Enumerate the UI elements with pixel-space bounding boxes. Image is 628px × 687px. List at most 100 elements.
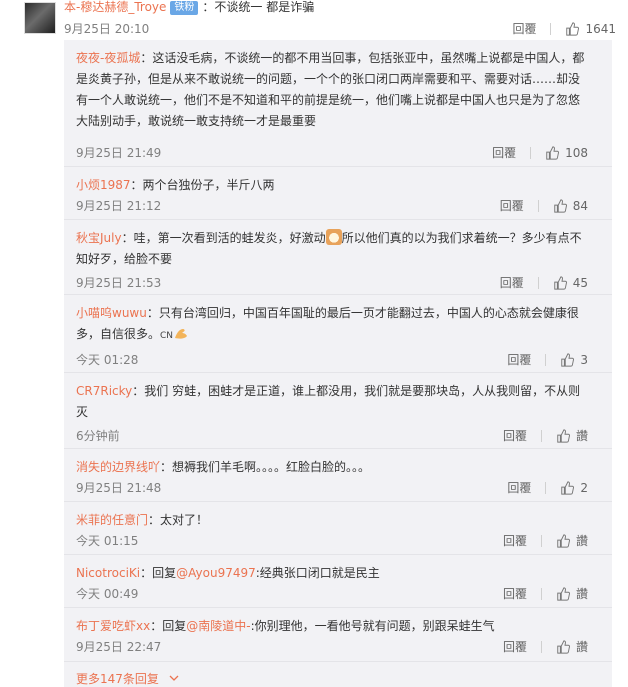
reply-time: 9月25日 21:49: [76, 146, 162, 160]
reply-author[interactable]: 消失的边界线吖: [76, 460, 160, 474]
divider: [540, 640, 542, 653]
list-item: 布丁爱吃虾xx：回复@南陵道中-:你别理他，一看他号就有问题，别跟呆蛙生气 9月…: [64, 608, 612, 662]
like-count: 讚: [575, 640, 588, 654]
reply-content: ：两个台独份子，半斤八两: [130, 178, 275, 192]
reply-content: ：只有台湾回归，中国百年国耻的最后一页才能翻过去，中国人的心态就会健康很多，自信…: [76, 306, 579, 341]
like-count: 1641: [585, 21, 616, 36]
cn-emoji-text: CN: [160, 331, 174, 341]
divider: [537, 276, 539, 289]
avatar[interactable]: [24, 2, 56, 34]
reply-time: 6分钟前: [76, 429, 120, 443]
like-count: 讚: [575, 587, 588, 601]
like-button[interactable]: 84: [553, 199, 588, 213]
like-count: 45: [572, 275, 588, 290]
divider: [550, 22, 552, 35]
reply-text: 小烦1987：两个台独份子，半斤八两: [76, 175, 588, 196]
list-item: 消失的边界线吖：想褥我们羊毛啊。。。。红脸白脸的。。。 9月25日 21:48 …: [64, 449, 612, 502]
flexed-arm-icon: [175, 329, 188, 339]
thumb-up-icon: [553, 198, 567, 213]
reply-content: ：我们 穷蛙，困蛙才是正道，谁上都没用，我们就是要那块岛，人从我则留，不从则灭: [76, 384, 581, 419]
like-count: 讚: [575, 429, 588, 443]
like-button[interactable]: 讚: [556, 532, 588, 549]
reply-text: 秋宝July：哇，第一次看到活的蛙发炎，好激动 所以他们真的以为我们求着统一？多少…: [76, 228, 588, 270]
reply-actions: 回覆 45: [500, 274, 588, 291]
reply-author[interactable]: 秋宝July: [76, 231, 122, 245]
reply-time: 9月25日 21:53: [76, 276, 162, 290]
list-item: NicotrociKi：回复@Ayou97497:经典张口闭口就是民主 今天 0…: [64, 555, 612, 608]
reply-time: 9月25日 22:47: [76, 640, 162, 654]
reply-actions: 回覆 84: [500, 197, 588, 214]
reply-actions: 回覆 讚: [503, 638, 588, 655]
thumb-up-icon: [557, 428, 570, 443]
reply-text: CR7Ricky：我们 穷蛙，困蛙才是正道，谁上都没用，我们就是要那块岛，人从我…: [76, 381, 588, 423]
like-button[interactable]: 45: [553, 276, 588, 290]
reply-list: 夜夜-夜孤城：这话没毛病，不谈统一的都不用当回事，包括张亚中，虽然嘴上说都是中国…: [64, 40, 612, 687]
more-replies-link[interactable]: 更多147条回复: [76, 670, 179, 687]
like-button[interactable]: 1641: [565, 22, 616, 36]
like-button[interactable]: 讚: [556, 638, 588, 655]
reply-actions: 回覆 讚: [503, 532, 588, 549]
reply-button[interactable]: 回覆: [507, 479, 531, 496]
reply-content: ：哇，第一次看到活的蛙发炎，好激动: [121, 231, 326, 245]
reply-author[interactable]: CR7Ricky: [76, 384, 132, 398]
thumb-up-icon: [546, 145, 560, 160]
mention-link[interactable]: @南陵道中-: [186, 619, 250, 633]
like-button[interactable]: 108: [545, 146, 588, 160]
reply-actions: 回覆 讚: [503, 427, 588, 444]
like-button[interactable]: 讚: [556, 427, 588, 444]
like-button[interactable]: 2: [560, 481, 588, 495]
reply-actions: 回覆 2: [507, 479, 588, 496]
reply-text: NicotrociKi：回复@Ayou97497:经典张口闭口就是民主: [76, 563, 588, 584]
comment-author[interactable]: 本-穆达赫德_Troye: [64, 0, 166, 14]
reply-content: ：太对了！: [148, 513, 209, 527]
reply-button[interactable]: 回覆: [492, 144, 516, 161]
reply-button[interactable]: 回覆: [512, 20, 536, 37]
reply-actions: 回覆 讚: [503, 585, 588, 602]
cat-emoji-icon: [325, 229, 342, 245]
comment-actions: 回覆 1641: [512, 20, 616, 37]
thumb-up-icon: [566, 21, 580, 36]
reply-button[interactable]: 回覆: [503, 427, 527, 444]
divider: [545, 481, 547, 494]
reply-content: :经典张口闭口就是民主: [255, 566, 380, 580]
reply-author[interactable]: 小烦1987: [76, 178, 131, 192]
reply-time: 今天 01:28: [76, 353, 139, 367]
like-count: 84: [572, 198, 588, 213]
reply-author[interactable]: 米菲的任意门: [76, 513, 148, 527]
reply-content: ：回复: [140, 566, 177, 580]
reply-author[interactable]: 夜夜-夜孤城: [76, 51, 140, 65]
thumb-up-icon: [553, 275, 567, 290]
like-count: 3: [580, 352, 588, 367]
reply-button[interactable]: 回覆: [500, 274, 524, 291]
like-count: 2: [580, 480, 588, 495]
reply-content: ：想褥我们羊毛啊。。。。红脸白脸的。。。: [160, 460, 371, 474]
reply-author[interactable]: NicotrociKi: [76, 566, 140, 580]
list-item: 秋宝July：哇，第一次看到活的蛙发炎，好激动 所以他们真的以为我们求着统一？多少…: [64, 220, 612, 295]
divider: [540, 587, 542, 600]
divider: [537, 199, 539, 212]
thumb-up-icon: [561, 352, 575, 367]
more-replies-label: 更多147条回复: [76, 672, 159, 686]
like-button[interactable]: 讚: [556, 585, 588, 602]
reply-author[interactable]: 布丁爱吃虾xx: [76, 619, 150, 633]
reply-button[interactable]: 回覆: [503, 532, 527, 549]
reply-button[interactable]: 回覆: [500, 197, 524, 214]
top-comment: 本-穆达赫德_Troye 铁粉 ：不谈统一 都是诈骗 9月25日 20:10 回覆 …: [0, 0, 628, 40]
reply-time: 今天 01:15: [76, 534, 139, 548]
thumb-up-icon: [557, 586, 570, 601]
reply-time: 9月25日 21:48: [76, 481, 162, 495]
reply-button[interactable]: 回覆: [503, 638, 527, 655]
thumb-up-icon: [561, 480, 575, 495]
reply-author[interactable]: 小喵呜wuwu: [76, 306, 147, 320]
mention-link[interactable]: @Ayou97497: [176, 566, 256, 580]
reply-text: 米菲的任意门：太对了！: [76, 510, 588, 531]
reply-button[interactable]: 回覆: [507, 351, 531, 368]
like-button[interactable]: 3: [560, 353, 588, 367]
reply-button[interactable]: 回覆: [503, 585, 527, 602]
list-item: CR7Ricky：我们 穷蛙，困蛙才是正道，谁上都没用，我们就是要那块岛，人从我…: [64, 373, 612, 449]
reply-time: 今天 00:49: [76, 587, 139, 601]
reply-time: 9月25日 21:12: [76, 199, 162, 213]
divider: [545, 353, 547, 366]
thumb-up-icon: [557, 639, 570, 654]
like-count: 讚: [575, 534, 588, 548]
